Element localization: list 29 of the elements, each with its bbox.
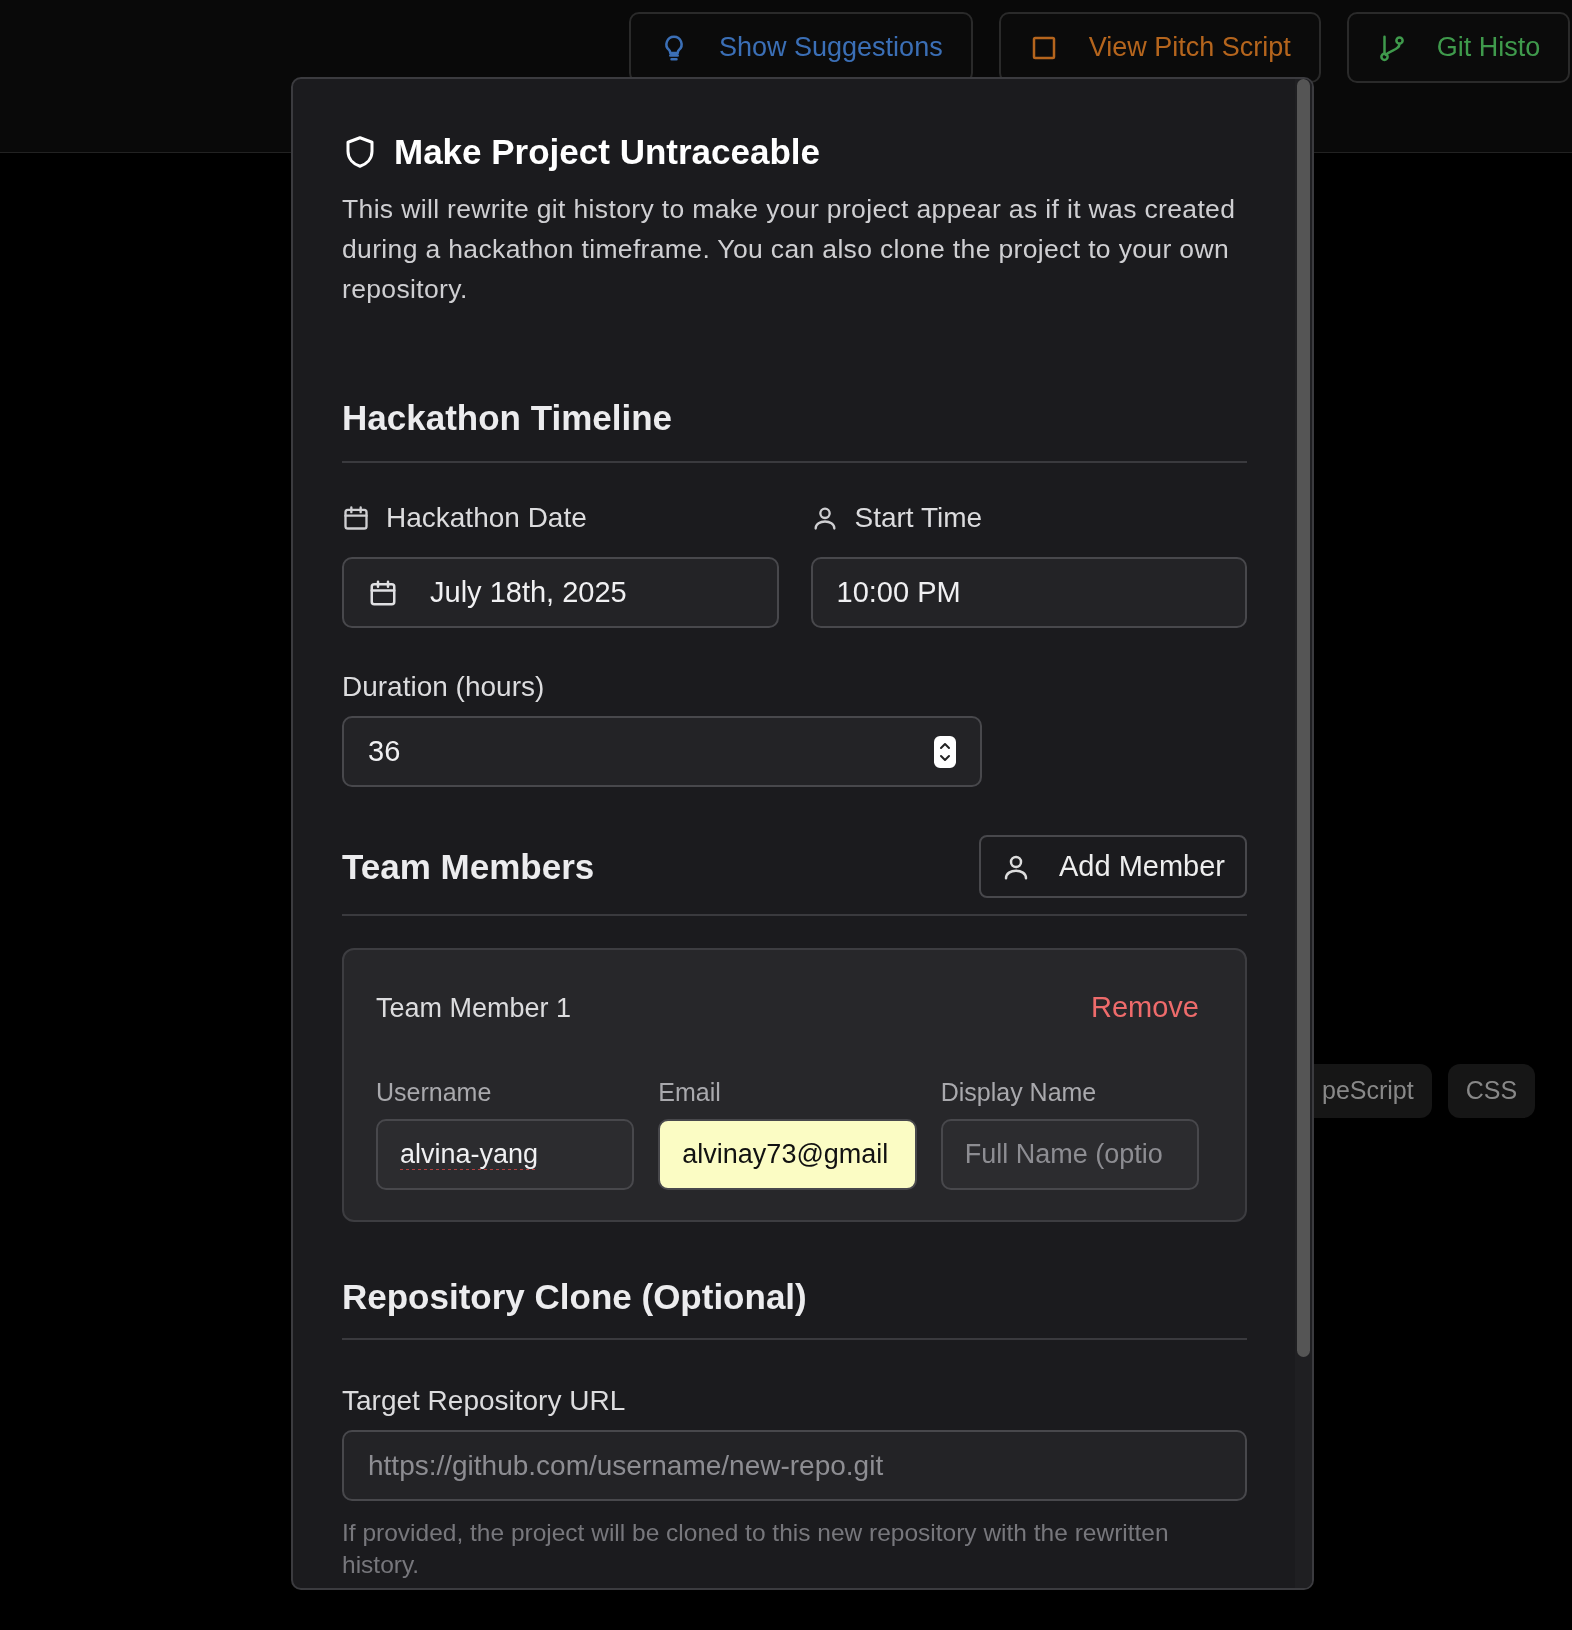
toolbar-button[interactable]: View Pitch Script [998,12,1321,83]
field-label: Email [658,1076,722,1108]
input-field[interactable]: 10:00 PM [810,557,1247,628]
field-label: Duration (hours) [342,670,546,704]
input-field[interactable]: Full Name (optio [940,1119,1199,1190]
input-field[interactable]: alvinay73@gmail [658,1119,917,1190]
field-label: Start Time [854,501,983,535]
tag: CSS [1447,1064,1536,1118]
section-heading: Hackathon Timeline [342,397,673,439]
add-member-button[interactable]: Add Member [979,835,1247,898]
field-label: Display Name [940,1076,1098,1108]
input-field[interactable]: alvina-yang [376,1119,635,1190]
section-heading: Repository Clone (Optional) [342,1276,808,1318]
calendar-icon [342,504,370,532]
section-heading: Team Members [342,845,595,888]
member-title: Team Member 1 [376,991,572,1025]
number-field[interactable]: 36 [342,716,982,787]
help-text: If provided, the project will be cloned to this new repository with the rewritten history. [342,1518,1170,1580]
scrollbar[interactable] [1295,79,1312,1588]
url-field[interactable]: https://github.com/username/new-repo.git [342,1430,1247,1501]
remove-link[interactable]: Remove [1091,986,1199,1030]
dialog-description: This will rewrite git history to make your project appear as if it was created during a hackathon timeframe. You can also clone the project to your own repository. [342,193,1237,306]
field-label: Hackathon Date [386,501,587,535]
spinner-icon [934,735,956,768]
field-label: Target Repository URL [342,1384,627,1418]
dialog-title: Make Project Untraceable [394,131,820,173]
field-label: Username [376,1076,493,1108]
input-field[interactable]: July 18th, 2025 [342,557,779,628]
toolbar-button[interactable]: Git Histo [1346,12,1571,83]
